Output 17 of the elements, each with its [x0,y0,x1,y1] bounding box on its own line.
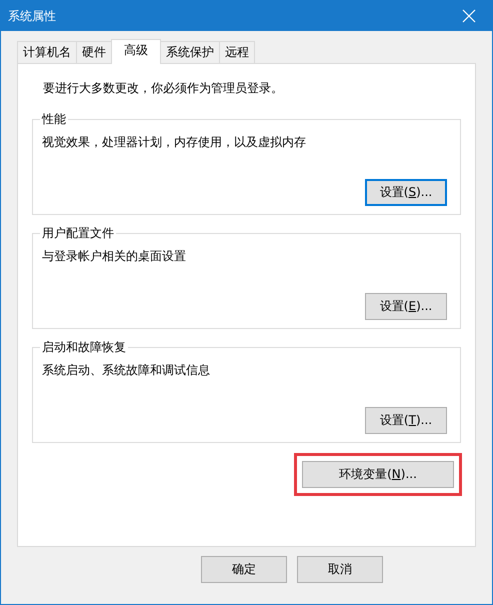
group-description: 系统启动、系统故障和调试信息 [42,363,210,377]
group-title: 用户配置文件 [41,225,115,242]
dialog-button[interactable]: 确定 [201,556,287,583]
settings-button[interactable]: 设置(E)... [365,293,447,320]
environment-variables-button[interactable]: 环境变量(N)... [302,461,454,488]
tab[interactable]: 高级 [111,39,161,64]
dialog-button[interactable]: 取消 [297,556,383,583]
group-description: 视觉效果，处理器计划，内存使用，以及虚拟内存 [42,135,306,149]
group-title: 性能 [40,111,67,128]
group-title: 启动和故障恢复 [41,339,127,356]
window-title: 系统属性 [8,8,57,24]
group-description: 与登录帐户相关的桌面设置 [42,249,186,263]
tab[interactable]: 计算机名 [17,41,77,63]
settings-button[interactable]: 设置(T)... [365,407,447,434]
tab[interactable]: 远程 [219,41,255,63]
settings-button[interactable]: 设置(S)... [365,179,447,206]
notice-text: 要进行大多数更改，你必须作为管理员登录。 [43,80,284,97]
